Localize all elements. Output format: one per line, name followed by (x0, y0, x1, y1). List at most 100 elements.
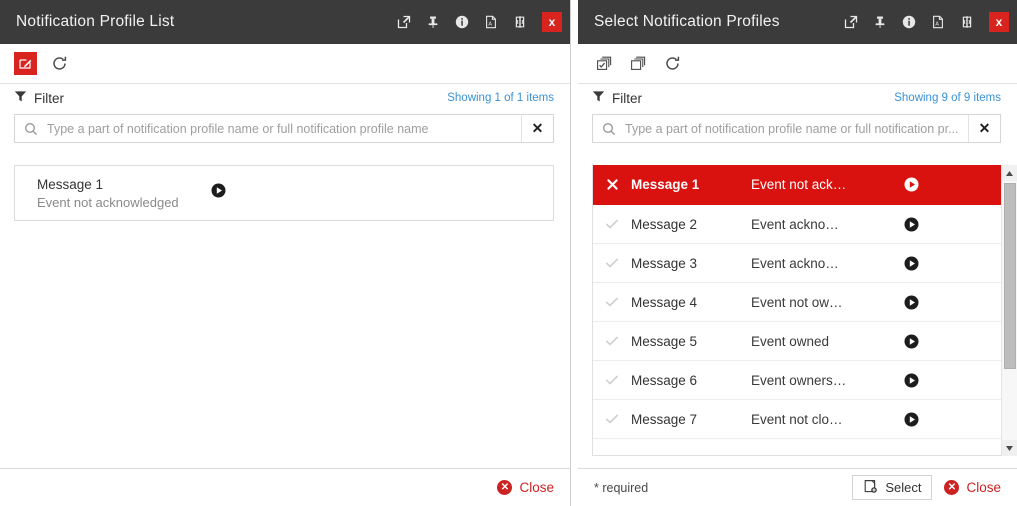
table-row[interactable]: Message 2 Event ackno… (593, 205, 1004, 244)
right-filter-label-group: Filter (592, 90, 642, 106)
left-search-bar: ✕ (14, 114, 554, 143)
left-footer-actions: ✕ Close (497, 480, 554, 495)
select-all-button[interactable] (592, 52, 616, 76)
remove-selection-icon[interactable] (593, 178, 631, 191)
right-search-input[interactable] (625, 115, 968, 142)
check-icon[interactable] (593, 412, 631, 426)
left-showing-count[interactable]: Showing 1 of 1 items (447, 92, 554, 104)
popout-icon[interactable] (841, 12, 861, 32)
dialog-pair: Notification Profile List A x Filter Sho… (0, 0, 1017, 506)
right-footer-actions: Select ✕ Close (852, 475, 1001, 500)
row-description: Event ackno… (751, 216, 839, 232)
select-notification-profiles-panel: Select Notification Profiles A x Filter … (578, 0, 1017, 506)
search-icon (15, 115, 47, 142)
scrollbar-track[interactable] (1001, 181, 1017, 440)
deselect-all-button[interactable] (626, 52, 650, 76)
notification-profiles-list: Message 1 Event not ack… Message 2 Event… (592, 165, 1005, 456)
right-close-button[interactable]: ✕ Close (944, 480, 1001, 495)
left-title-bar: Notification Profile List A x (0, 0, 570, 44)
pdf-export-icon[interactable]: A (928, 12, 948, 32)
play-icon[interactable] (891, 217, 931, 232)
row-description: Event owners… (751, 372, 847, 388)
check-icon[interactable] (593, 217, 631, 231)
split-view-icon[interactable] (510, 12, 530, 32)
play-icon[interactable] (891, 256, 931, 271)
select-icon (863, 479, 878, 497)
right-showing-count[interactable]: Showing 9 of 9 items (894, 92, 1001, 104)
info-icon[interactable] (899, 12, 919, 32)
left-title-icon-group: A x (394, 12, 562, 32)
split-view-icon[interactable] (957, 12, 977, 32)
left-close-button[interactable]: ✕ Close (497, 480, 554, 495)
check-icon[interactable] (593, 334, 631, 348)
play-icon[interactable] (891, 334, 931, 349)
check-icon[interactable] (593, 256, 631, 270)
left-panel-title: Notification Profile List (16, 13, 175, 30)
right-title-icon-group: A x (841, 12, 1009, 32)
row-name: Message 4 (631, 294, 698, 310)
table-row[interactable]: Message 7 Event not clo… (593, 400, 1004, 439)
left-search-input[interactable] (47, 115, 521, 142)
edit-button[interactable] (14, 52, 37, 75)
right-close-button-label: Close (966, 480, 1001, 495)
row-description: Event not clo… (751, 411, 843, 427)
card-title: Message 1 (37, 176, 104, 192)
play-icon[interactable] (891, 373, 931, 388)
play-icon[interactable] (891, 177, 931, 192)
scrollbar-thumb[interactable] (1003, 183, 1016, 370)
left-content-area: Message 1 Event not acknowledged (0, 143, 570, 468)
right-filter-label: Filter (612, 90, 642, 106)
refresh-button[interactable] (660, 52, 684, 76)
right-filter-row: Filter Showing 9 of 9 items (578, 84, 1017, 110)
left-toolbar (0, 44, 570, 84)
circle-x-icon: ✕ (497, 480, 513, 495)
left-filter-row: Filter Showing 1 of 1 items (0, 84, 570, 110)
funnel-icon (14, 90, 27, 106)
notification-profile-card[interactable]: Message 1 Event not acknowledged (14, 165, 554, 221)
table-row[interactable]: Message 4 Event not ow… (593, 283, 1004, 322)
row-name: Message 1 (631, 177, 700, 192)
funnel-icon (592, 90, 605, 106)
info-icon[interactable] (452, 12, 472, 32)
panel-divider (571, 0, 578, 506)
left-close-button-label: Close (519, 480, 554, 495)
list-scrollbar[interactable] (1001, 165, 1017, 456)
card-text-group: Message 1 Event not acknowledged (37, 177, 179, 210)
left-search-clear-button[interactable]: ✕ (521, 115, 553, 142)
row-description: Event not ow… (751, 294, 843, 310)
popout-icon[interactable] (394, 12, 414, 32)
refresh-button[interactable] (47, 52, 71, 76)
play-icon[interactable] (211, 183, 226, 203)
pdf-export-icon[interactable]: A (481, 12, 501, 32)
pin-icon[interactable] (423, 12, 443, 32)
row-name: Message 7 (631, 411, 698, 427)
scroll-down-arrow-icon[interactable] (1001, 440, 1017, 456)
pin-icon[interactable] (870, 12, 890, 32)
right-content-area: Message 1 Event not ack… Message 2 Event… (578, 143, 1017, 468)
svg-text:A: A (488, 22, 492, 28)
row-description: Event not ack… (751, 177, 847, 192)
left-close-icon[interactable]: x (542, 12, 562, 32)
card-subtitle: Event not acknowledged (37, 194, 179, 210)
right-footer: * required Select ✕ Close (578, 468, 1017, 506)
play-icon[interactable] (891, 412, 931, 427)
table-row[interactable]: Message 5 Event owned (593, 322, 1004, 361)
right-close-icon[interactable]: x (989, 12, 1009, 32)
check-icon[interactable] (593, 295, 631, 309)
play-icon[interactable] (891, 295, 931, 310)
right-search-clear-button[interactable]: ✕ (968, 115, 1000, 142)
select-button[interactable]: Select (852, 475, 933, 500)
check-icon[interactable] (593, 373, 631, 387)
table-row[interactable]: Message 1 Event not ack… (593, 165, 1004, 205)
row-description: Event ackno… (751, 255, 839, 271)
scroll-up-arrow-icon[interactable] (1001, 165, 1017, 181)
table-row[interactable]: Message 6 Event owners… (593, 361, 1004, 400)
left-filter-label-group: Filter (14, 90, 64, 106)
required-note: * required (594, 480, 649, 495)
right-toolbar (578, 44, 1017, 84)
row-name: Message 6 (631, 372, 698, 388)
circle-x-icon: ✕ (944, 480, 960, 495)
table-row[interactable]: Message 3 Event ackno… (593, 244, 1004, 283)
right-title-bar: Select Notification Profiles A x (578, 0, 1017, 44)
notification-profile-list-panel: Notification Profile List A x Filter Sho… (0, 0, 571, 506)
